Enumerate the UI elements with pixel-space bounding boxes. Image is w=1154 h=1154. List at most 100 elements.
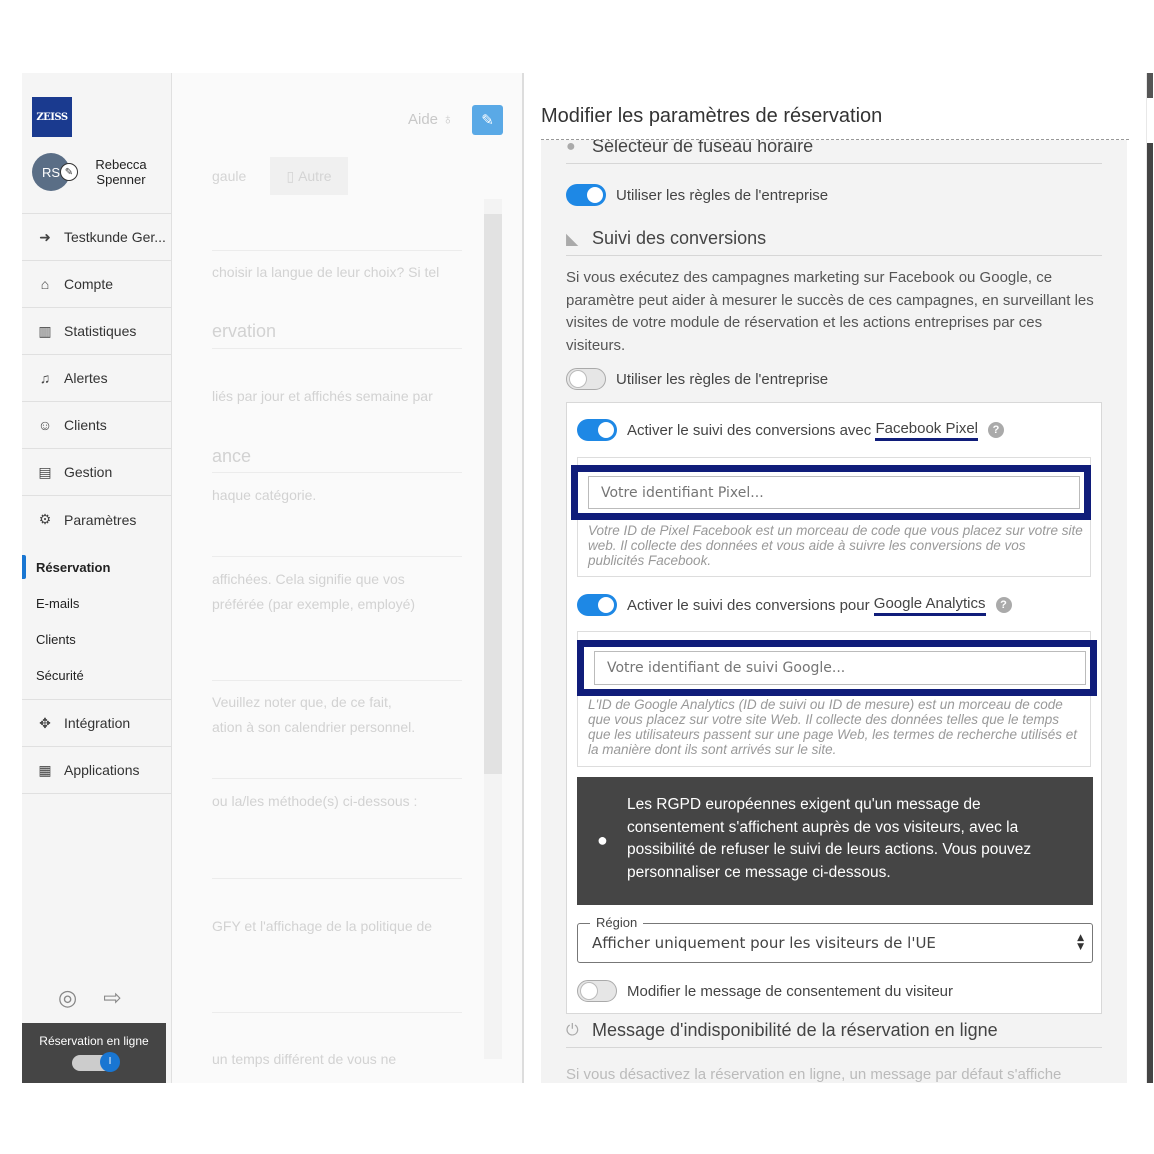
toggle-label: Activer le suivi des conversions pour xyxy=(627,596,874,614)
tab-autre[interactable]: ▯ Autre xyxy=(270,157,348,195)
scrollbar-top xyxy=(1147,73,1153,98)
nav-item-statistiques[interactable]: ▥ Statistiques xyxy=(22,308,172,355)
bg-heading: ance xyxy=(212,446,252,466)
question-icon[interactable]: ? xyxy=(995,597,1012,613)
unavailability-text: Si vous désactivez la réservation en lig… xyxy=(566,1066,1062,1083)
file-icon: ▯ xyxy=(286,167,299,184)
bg-divider xyxy=(212,472,462,473)
subnav-emails[interactable]: E-mails xyxy=(22,585,172,621)
nav-label: Applications xyxy=(64,762,140,778)
facebook-pixel-input[interactable] xyxy=(588,476,1080,509)
bg-divider xyxy=(212,556,462,557)
conversions-company-rules-toggle[interactable] xyxy=(566,368,606,390)
gears-icon: ⚙ xyxy=(38,511,52,527)
back-circle-icon: ➜ xyxy=(39,228,51,245)
settings-subnav: Réservation E-mails Clients Sécurité xyxy=(22,543,172,700)
bell-icon: ♫ xyxy=(39,370,51,386)
nav-label: Alertes xyxy=(64,370,108,386)
user-profile[interactable]: RS ✎ Rebecca Spenner xyxy=(32,153,156,191)
nav-label: Paramètres xyxy=(64,511,137,528)
nav-item-clients[interactable]: ☺ Clients xyxy=(22,402,172,449)
bg-divider xyxy=(212,348,462,349)
tracking-settings-card: Activer le suivi des conversions avec Fa… xyxy=(566,402,1102,1014)
lightbulb-icon: ● xyxy=(597,830,608,850)
facebook-pixel-hint: Votre ID de Pixel Facebook est un morcea… xyxy=(588,523,1083,568)
facebook-pixel-name: Facebook Pixel xyxy=(875,420,978,441)
panel-scrollbar[interactable] xyxy=(1146,73,1154,1083)
help-lifebuoy-icon[interactable]: ◎ xyxy=(58,985,77,1011)
gdpr-notice-text: Les RGPD européennes exigent qu'un messa… xyxy=(627,796,1032,881)
subnav-reservation[interactable]: Réservation xyxy=(22,549,172,585)
bg-text: ou la/les méthode(s) ci-dessous : xyxy=(212,793,418,809)
edit-profile-icon[interactable]: ✎ xyxy=(60,163,78,181)
bar-chart-icon: ▥ xyxy=(38,322,52,339)
nav-item-gestion[interactable]: ▤ Gestion xyxy=(22,449,172,496)
region-label: Région xyxy=(590,915,644,930)
nav-item-applications[interactable]: ▦ Applications xyxy=(22,747,172,794)
toggle-label: Utiliser les règles de l'entreprise xyxy=(616,370,829,388)
conversions-company-rules-row: Utiliser les règles de l'entreprise xyxy=(566,368,828,390)
bg-text: liés par jour et affichés semaine par xyxy=(212,388,433,404)
toggle-label: Activer le suivi des conversions avec xyxy=(627,421,876,439)
heading-text: Message d'indisponibilité de la réservat… xyxy=(592,1020,998,1040)
online-booking-label: Réservation en ligne xyxy=(39,1034,149,1048)
lightbulb-icon: ♁ xyxy=(442,111,454,128)
timezone-company-rules-toggle[interactable] xyxy=(566,184,606,206)
google-analytics-input[interactable] xyxy=(594,651,1086,685)
bg-divider xyxy=(212,878,462,879)
consent-message-row: Modifier le message de consentement du v… xyxy=(577,980,953,1002)
google-analytics-name: Google Analytics xyxy=(873,595,986,616)
bg-scrollbar-thumb[interactable] xyxy=(484,214,502,774)
consent-message-toggle[interactable] xyxy=(577,980,617,1002)
panel-title: Modifier les paramètres de réservation xyxy=(541,105,883,127)
background-settings-page: Aide ♁ ✎ gaule ▯ Autre choisir la langue… xyxy=(172,73,524,1083)
nav-item-compte[interactable]: ⌂ Compte xyxy=(22,261,172,308)
subnav-clients[interactable]: Clients xyxy=(22,621,172,657)
nav-item-parametres[interactable]: ⚙ Paramètres xyxy=(22,496,172,543)
toggle-knob xyxy=(598,422,614,438)
pencil-icon: ✎ xyxy=(481,112,494,129)
scrollbar-thumb[interactable] xyxy=(1147,143,1153,1083)
nav-label: Gestion xyxy=(64,464,113,480)
logout-icon[interactable]: ⇨ xyxy=(103,985,121,1011)
edit-button[interactable]: ✎ xyxy=(472,105,503,135)
help-label: Aide xyxy=(408,111,439,128)
online-booking-toggle[interactable]: I xyxy=(72,1052,120,1072)
booking-settings-panel: Modifier les paramètres de réservation ●… xyxy=(526,73,1146,1083)
nav-item-alertes[interactable]: ♫ Alertes xyxy=(22,355,172,402)
bg-text: préférée (par exemple, employé) xyxy=(212,596,416,612)
question-icon[interactable]: ? xyxy=(988,422,1004,438)
heading-text: Suivi des conversions xyxy=(592,228,767,248)
toggle-knob xyxy=(598,597,614,613)
facebook-pixel-toggle[interactable] xyxy=(577,419,617,441)
toggle-knob xyxy=(569,370,587,388)
grid-icon: ▦ xyxy=(38,761,52,778)
google-analytics-highlight xyxy=(577,640,1097,696)
tab-gaule[interactable]: gaule xyxy=(212,168,246,184)
zeiss-logo[interactable]: ZEISS xyxy=(32,97,72,137)
region-select[interactable]: Région Afficher uniquement pour les visi… xyxy=(577,915,1093,963)
nav-item-back[interactable]: ➜ Testkunde Ger... xyxy=(22,214,172,261)
subnav-securite[interactable]: Sécurité xyxy=(22,657,172,693)
panel-content: ● Sélecteur de fuseau horaire Utiliser le… xyxy=(541,140,1127,1083)
help-link[interactable]: Aide ♁ xyxy=(408,111,453,128)
sidebar: ZEISS RS ✎ Rebecca Spenner ➜ Testkunde Ge… xyxy=(22,73,190,1083)
heading-text: Sélecteur de fuseau horaire xyxy=(592,140,814,156)
briefcase-icon: ⌂ xyxy=(40,276,50,292)
bg-text: ation à son calendrier personnel. xyxy=(212,719,416,735)
bg-scrollbar[interactable] xyxy=(484,199,502,1059)
conversions-description: Si vous exécutez des campagnes marketing… xyxy=(566,269,1094,354)
area-chart-icon: ◣ xyxy=(566,230,579,248)
toggle-knob xyxy=(580,982,598,1000)
avatar[interactable]: RS ✎ xyxy=(32,153,78,191)
select-arrows-icon: ▲ ▼ xyxy=(1077,933,1084,952)
bg-text: choisir la langue de leur choix? Si tel xyxy=(212,264,440,280)
user-name: Rebecca Spenner xyxy=(95,157,147,187)
google-analytics-hint: L'ID de Google Analytics (ID de suivi ou… xyxy=(588,697,1078,757)
nav-label: Compte xyxy=(64,276,114,292)
bg-divider xyxy=(212,680,462,681)
facebook-pixel-row: Activer le suivi des conversions avec Fa… xyxy=(577,419,1004,441)
gdpr-notice: ● Les RGPD européennes exigent qu'un mes… xyxy=(577,777,1093,905)
nav-item-integration[interactable]: ✥ Intégration xyxy=(22,700,172,747)
google-analytics-toggle[interactable] xyxy=(577,594,617,616)
